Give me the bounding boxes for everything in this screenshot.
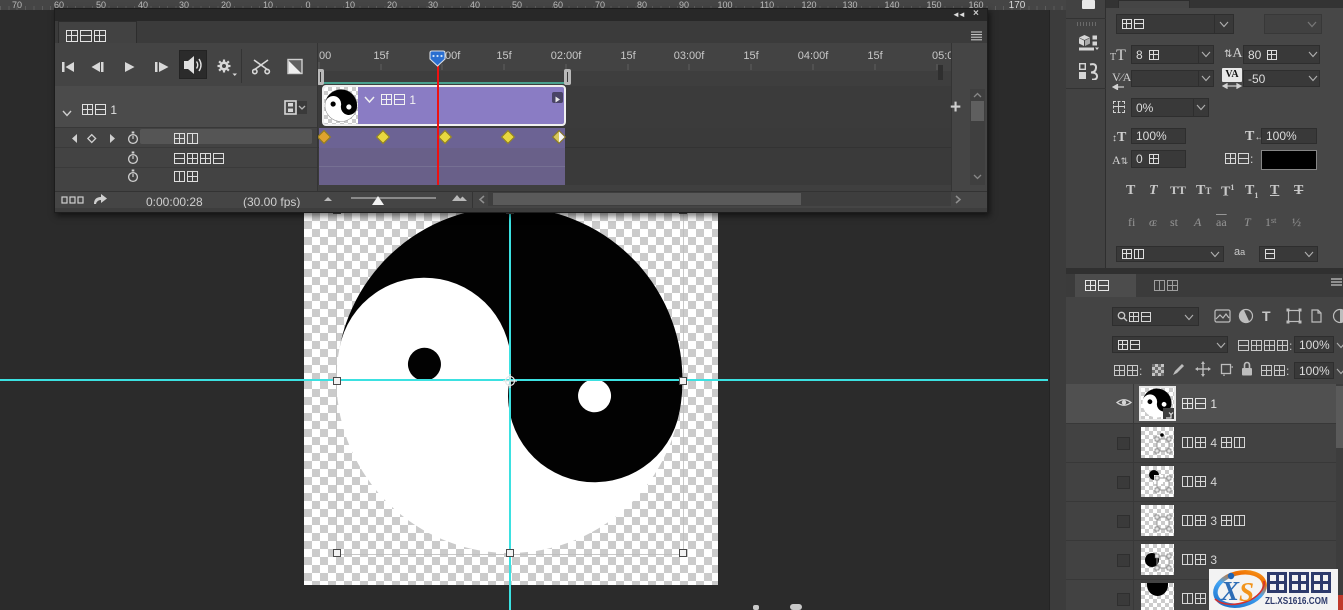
svg-text:X: X [1220, 576, 1240, 606]
svg-text:T: T [1262, 308, 1271, 324]
svg-text:S: S [1239, 577, 1254, 607]
